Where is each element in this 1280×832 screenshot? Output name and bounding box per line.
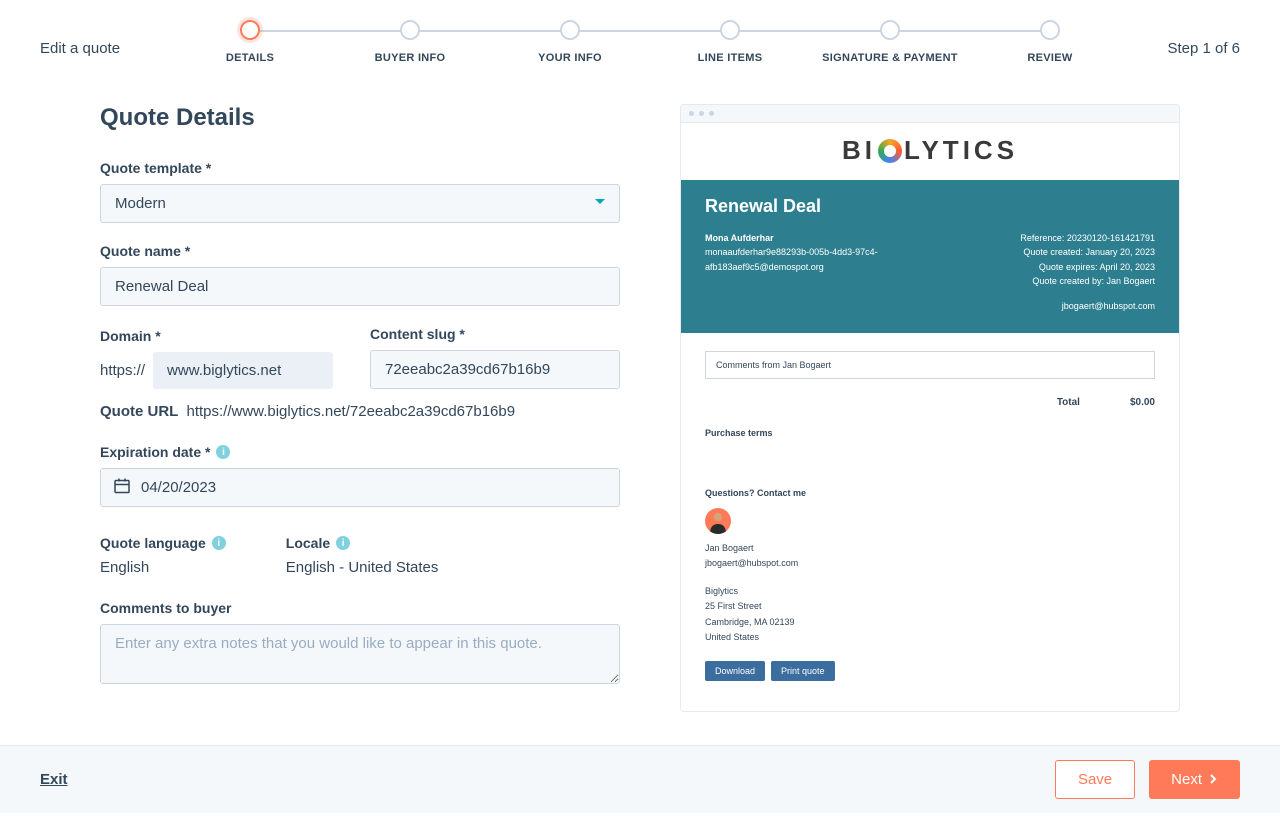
preview-title: Renewal Deal [705,196,1155,217]
preview-logo: BILYTICS [681,123,1179,180]
domain-value: www.biglytics.net [153,352,333,389]
preview-company-street: 25 First Street [705,600,1155,614]
preview-questions: Questions? Contact me [705,488,1155,498]
quote-preview: BILYTICS Renewal Deal Mona Aufderhar mon… [680,104,1180,712]
preview-company-name: Biglytics [705,585,1155,599]
avatar [705,508,731,534]
step-signature-payment-circle[interactable] [880,20,900,40]
preview-purchase-terms: Purchase terms [705,428,1155,438]
content-slug-label: Content slug * [370,326,620,342]
step-your-info-label: YOUR INFO [538,52,602,64]
preview-company-city: Cambridge, MA 02139 [705,616,1155,630]
content-slug-input[interactable] [370,350,620,389]
exit-link[interactable]: Exit [40,771,68,788]
domain-prefix: https:// [100,362,145,379]
preview-sender-name: Mona Aufderhar [705,231,878,245]
logo-g-icon [878,139,902,163]
chevron-right-icon [1208,771,1218,788]
preview-contact-email: jbogaert@hubspot.com [705,557,1155,571]
calendar-icon [114,477,130,498]
preview-creator-email: jbogaert@hubspot.com [1020,299,1155,313]
expiration-date-input[interactable] [100,468,620,507]
info-icon[interactable]: i [212,536,226,550]
preview-sender-line1: monaaufderhar9e88293b-005b-4dd3-97c4- [705,245,878,259]
expiration-date-label: Expiration date * i [100,444,620,460]
quote-template-select[interactable]: Modern [100,184,620,223]
step-buyer-info-label: BUYER INFO [375,52,446,64]
quote-name-label: Quote name * [100,243,620,259]
preview-expires: Quote expires: April 20, 2023 [1020,260,1155,274]
quote-template-label: Quote template * [100,160,620,176]
locale-label: Locale i [286,535,439,551]
step-details-label: DETAILS [226,52,274,64]
step-signature-payment-label: SIGNATURE & PAYMENT [822,52,958,64]
preview-comments-box: Comments from Jan Bogaert [705,351,1155,379]
preview-sender-line2: afb183aef9c5@demospot.org [705,260,878,274]
page-title: Edit a quote [40,20,160,57]
preview-total-value: $0.00 [1130,397,1155,408]
preview-company-country: United States [705,631,1155,645]
next-button[interactable]: Next [1149,760,1240,799]
quote-url-value: https://www.biglytics.net/72eeabc2a39cd6… [187,403,516,420]
preview-print-button[interactable]: Print quote [771,661,835,681]
preview-created-by: Quote created by: Jan Bogaert [1020,274,1155,288]
section-heading: Quote Details [100,104,620,132]
wizard-stepper: DETAILS BUYER INFO YOUR INFO LINE ITEMS … [160,20,1140,64]
preview-reference: Reference: 20230120-161421791 [1020,231,1155,245]
preview-chrome [681,105,1179,123]
preview-total-label: Total [1057,397,1080,408]
save-button[interactable]: Save [1055,760,1135,799]
step-line-items-label: LINE ITEMS [698,52,763,64]
quote-name-input[interactable] [100,267,620,306]
step-line-items-circle[interactable] [720,20,740,40]
domain-label: Domain * [100,328,350,344]
step-count: Step 1 of 6 [1140,20,1240,57]
locale-value: English - United States [286,559,439,576]
quote-url-label: Quote URL [100,403,178,420]
comments-textarea[interactable] [100,624,620,684]
step-details-circle[interactable] [240,20,260,40]
info-icon[interactable]: i [336,536,350,550]
quote-language-value: English [100,559,226,576]
step-buyer-info-circle[interactable] [400,20,420,40]
step-review-label: REVIEW [1027,52,1072,64]
preview-contact-name: Jan Bogaert [705,542,1155,556]
step-your-info-circle[interactable] [560,20,580,40]
step-review-circle[interactable] [1040,20,1060,40]
preview-download-button[interactable]: Download [705,661,765,681]
preview-created: Quote created: January 20, 2023 [1020,245,1155,259]
info-icon[interactable]: i [216,445,230,459]
quote-language-label: Quote language i [100,535,226,551]
comments-label: Comments to buyer [100,600,620,616]
